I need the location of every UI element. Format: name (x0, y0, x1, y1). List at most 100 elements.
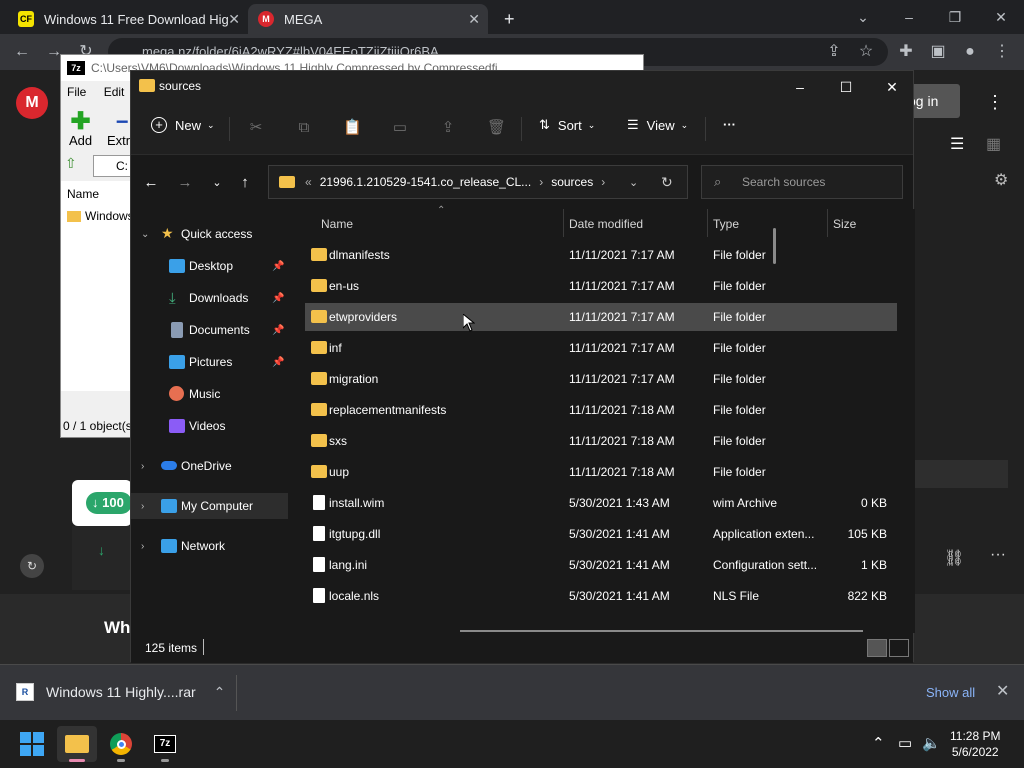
7zip-row[interactable]: Windows (67, 209, 134, 223)
sync-icon[interactable]: ↻ (20, 554, 44, 578)
column-type[interactable]: Type (713, 217, 739, 231)
file-row[interactable]: locale.nls 5/30/2021 1:41 AM NLS File 822 K… (305, 582, 897, 610)
address-bar[interactable]: « 21996.1.210529-1541.co_release_CL... ›… (268, 165, 688, 199)
7zip-col-name[interactable]: Name (67, 187, 99, 201)
column-divider[interactable] (827, 209, 828, 237)
breadcrumb-segment[interactable]: 21996.1.210529-1541.co_release_CL... (320, 175, 532, 189)
nav-music[interactable]: Music (131, 381, 288, 407)
show-all-button[interactable]: Show all (926, 685, 975, 700)
bookmark-star-icon[interactable]: ☆ (856, 42, 876, 62)
details-view-toggle[interactable] (867, 639, 887, 657)
file-row[interactable]: sxs 11/11/2021 7:18 AM File folder (305, 427, 897, 455)
browser-tab-mega[interactable]: M MEGA ✕ (248, 4, 488, 34)
profile-avatar-icon[interactable]: ● (960, 42, 980, 62)
file-row[interactable]: etwproviders 11/11/2021 7:17 AM File folde… (305, 303, 897, 331)
chevron-up-icon[interactable]: ⌃ (214, 684, 226, 701)
minimize-button[interactable]: – (777, 71, 823, 103)
download-item[interactable]: R Windows 11 Highly....rar ⌃ (16, 683, 225, 701)
recent-locations-chevron-icon[interactable]: ⌄ (205, 173, 229, 193)
pin-icon[interactable]: 📌 (272, 325, 284, 336)
breadcrumb-current[interactable]: sources (551, 175, 593, 189)
more-options-icon[interactable]: ··· (990, 546, 1006, 564)
close-tab-icon[interactable]: ✕ (228, 11, 240, 28)
vertical-scrollbar[interactable] (773, 228, 776, 264)
address-dropdown-icon[interactable]: ⌄ (629, 176, 638, 189)
nav-onedrive[interactable]: › OneDrive (131, 453, 288, 479)
file-row[interactable]: uup 11/11/2021 7:18 AM File folder (305, 458, 897, 486)
show-hidden-icons-icon[interactable]: ⌃ (872, 734, 885, 752)
restore-button[interactable]: ❐ (932, 4, 978, 30)
horizontal-scrollbar[interactable] (460, 630, 863, 632)
link-icon[interactable]: ⛓ (944, 548, 964, 568)
new-button[interactable]: + New ⌄ (151, 117, 215, 133)
network-tray-icon[interactable]: ▭ (898, 734, 912, 752)
copy-icon[interactable]: ⧉ (295, 119, 313, 137)
chevron-right-icon[interactable]: › (141, 461, 144, 472)
column-name[interactable]: Name (321, 217, 353, 231)
up-arrow-icon[interactable]: ↑ (233, 173, 257, 193)
pin-icon[interactable]: 📌 (272, 261, 284, 272)
cut-icon[interactable]: ✂ (247, 119, 265, 137)
transfer-widget[interactable]: ↓ 100 (72, 480, 132, 526)
taskbar-7zip[interactable]: 7z (145, 726, 185, 762)
list-view-icon[interactable]: ☰ (950, 134, 964, 154)
search-input[interactable]: ⌕ Search sources (701, 165, 903, 199)
chevron-down-icon[interactable]: ⌄ (141, 229, 149, 240)
nav-pictures[interactable]: Pictures 📌 (131, 349, 288, 375)
share-icon[interactable]: ⇪ (824, 42, 844, 62)
tab-search-icon[interactable]: ⌄ (840, 4, 886, 30)
breadcrumb-chevron-icon[interactable]: › (601, 175, 605, 189)
file-row[interactable]: itgtupg.dll 5/30/2021 1:41 AM Application … (305, 520, 897, 548)
chrome-menu-icon[interactable]: ⋮ (992, 42, 1012, 62)
nav-documents[interactable]: Documents 📌 (131, 317, 288, 343)
column-divider[interactable] (707, 209, 708, 237)
paste-icon[interactable]: 📋 (343, 119, 362, 137)
chevron-right-icon[interactable]: › (141, 541, 144, 552)
breadcrumb-chevron-icon[interactable]: › (539, 175, 543, 189)
settings-gear-icon[interactable]: ⚙ (994, 170, 1008, 190)
back-arrow-icon[interactable]: ← (139, 173, 163, 193)
nav-network[interactable]: › Network (131, 533, 288, 559)
side-panel-icon[interactable]: ▣ (928, 42, 948, 62)
chevron-right-icon[interactable]: › (141, 501, 144, 512)
pin-icon[interactable]: 📌 (272, 293, 284, 304)
delete-icon[interactable]: 🗑 (487, 119, 506, 137)
7zip-add-button[interactable]: ✚ Add (69, 110, 92, 149)
file-row[interactable]: install.wim 5/30/2021 1:43 AM wim Archive 0… (305, 489, 897, 517)
share-icon[interactable]: ⇪ (439, 119, 457, 137)
file-row[interactable]: lang.ini 5/30/2021 1:41 AM Configuration s… (305, 551, 897, 579)
file-row[interactable]: dlmanifests 11/11/2021 7:17 AM File folder (305, 241, 897, 269)
rename-icon[interactable]: ▭ (391, 119, 409, 137)
mega-menu-icon[interactable]: ⋮ (986, 92, 1004, 113)
address-overflow[interactable]: « (305, 175, 312, 189)
column-size[interactable]: Size (833, 217, 856, 231)
close-shelf-icon[interactable]: ✕ (996, 681, 1009, 701)
nav-quick-access[interactable]: ⌄ ★ Quick access (131, 221, 288, 247)
file-row[interactable]: migration 11/11/2021 7:17 AM File folder (305, 365, 897, 393)
system-clock[interactable]: 11:28 PM 5/6/2022 (950, 728, 1000, 760)
nav-videos[interactable]: Videos (131, 413, 288, 439)
nav-my-computer[interactable]: › My Computer (131, 493, 288, 519)
file-row[interactable]: inf 11/11/2021 7:17 AM File folder (305, 334, 897, 362)
tiles-view-toggle[interactable] (889, 639, 909, 657)
back-arrow-icon[interactable]: ← (12, 42, 32, 62)
volume-icon[interactable]: 🔈 (922, 734, 941, 752)
column-date-modified[interactable]: Date modified (569, 217, 643, 231)
file-row[interactable]: en-us 11/11/2021 7:17 AM File folder (305, 272, 897, 300)
new-tab-button[interactable]: + (494, 4, 524, 34)
refresh-icon[interactable]: ↻ (661, 174, 673, 191)
browser-tab-windows11[interactable]: CF Windows 11 Free Download Hig ✕ (8, 4, 248, 34)
more-options-button[interactable]: ··· (723, 117, 736, 132)
menu-file[interactable]: File (67, 85, 86, 99)
nav-downloads[interactable]: ⤓ Downloads 📌 (131, 285, 288, 311)
grid-view-icon[interactable]: ▦ (986, 134, 1001, 154)
extensions-icon[interactable]: ✚ (896, 42, 916, 62)
nav-desktop[interactable]: Desktop 📌 (131, 253, 288, 279)
taskbar-chrome[interactable] (101, 726, 141, 762)
up-folder-icon[interactable]: ⇧ (65, 155, 85, 177)
close-tab-icon[interactable]: ✕ (468, 11, 480, 28)
column-divider[interactable] (563, 209, 564, 237)
menu-edit[interactable]: Edit (104, 85, 125, 99)
file-row[interactable]: replacementmanifests 11/11/2021 7:18 AM Fi… (305, 396, 897, 424)
close-button[interactable]: ✕ (869, 71, 915, 103)
